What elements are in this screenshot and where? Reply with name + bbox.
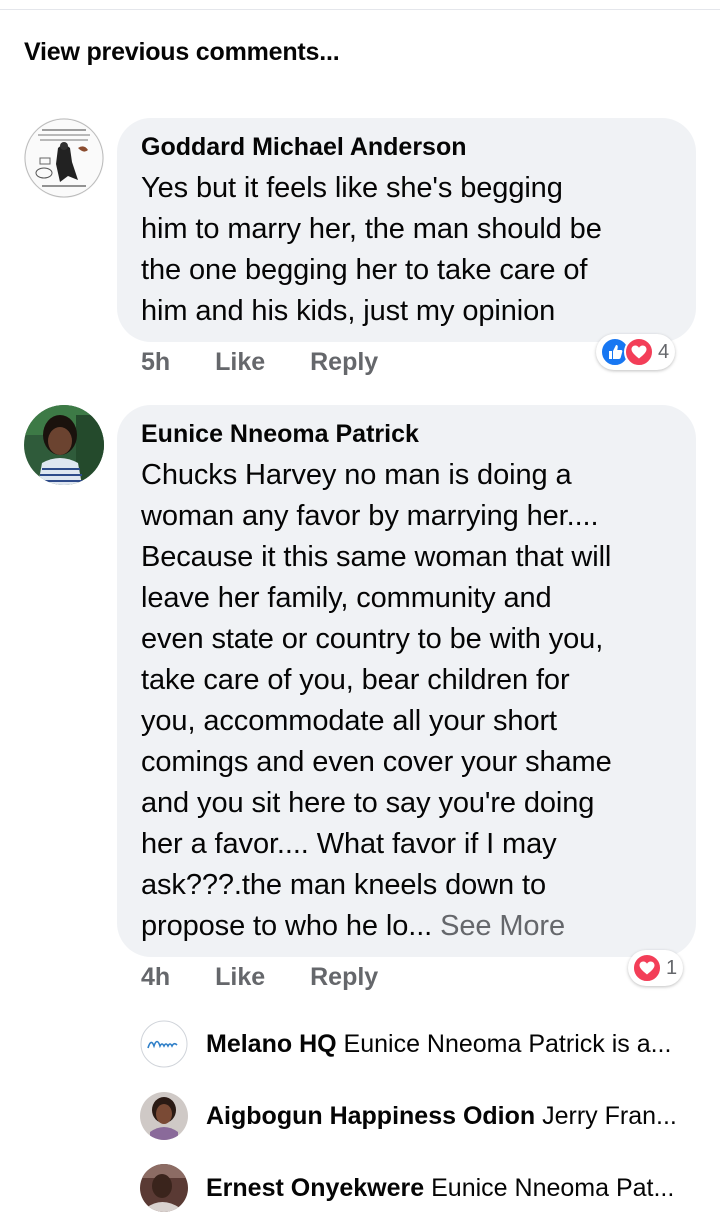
comment-timestamp: 5h — [141, 348, 171, 376]
love-icon — [624, 337, 654, 367]
like-button[interactable]: Like — [215, 348, 265, 377]
comment-body-text: Chucks Harvey no man is doing a woman an… — [141, 459, 612, 942]
comment-author-name[interactable]: Eunice Nneoma Patrick — [141, 420, 419, 449]
comment-text: Yes but it feels like she's begging him … — [141, 172, 602, 327]
avatar[interactable] — [24, 405, 104, 485]
comment-author-name[interactable]: Goddard Michael Anderson — [141, 133, 467, 162]
reaction-count: 4 — [658, 340, 670, 363]
see-more-link[interactable]: See More — [440, 910, 565, 942]
comment-text: Chucks Harvey no man is doing a woman an… — [141, 455, 686, 947]
reply-snippet: Eunice Nneoma Pat... — [431, 1173, 675, 1202]
reaction-count: 1 — [666, 956, 678, 979]
reply-button[interactable]: Reply — [310, 963, 378, 992]
reply-button[interactable]: Reply — [310, 348, 378, 377]
avatar-photo-image — [140, 1164, 188, 1212]
reaction-summary[interactable]: 4 — [596, 334, 676, 370]
avatar[interactable] — [140, 1092, 188, 1140]
like-button[interactable]: Like — [215, 963, 265, 992]
reply-preview-row[interactable]: Melano HQ Eunice Nneoma Patrick is a... — [140, 1020, 700, 1068]
melano-logo-icon — [140, 1020, 188, 1068]
avatar-photo-image — [24, 405, 104, 485]
reply-snippet: Eunice Nneoma Patrick is a... — [343, 1029, 672, 1058]
avatar-sketch-image — [24, 118, 104, 198]
avatar[interactable] — [24, 118, 104, 198]
avatar[interactable] — [140, 1020, 188, 1068]
reply-author-name[interactable]: Ernest Onyekwere — [206, 1174, 424, 1202]
view-previous-comments-link[interactable]: View previous comments... — [24, 38, 340, 67]
reply-snippet: Jerry Fran... — [542, 1101, 677, 1130]
reaction-summary[interactable]: 1 — [628, 950, 684, 986]
reply-preview-text: Melano HQ Eunice Nneoma Patrick is a... — [206, 1030, 671, 1059]
avatar[interactable] — [140, 1164, 188, 1212]
reply-preview-text: Aigbogun Happiness Odion Jerry Fran... — [206, 1102, 677, 1131]
comment-timestamp: 4h — [141, 963, 171, 991]
top-divider — [0, 9, 720, 10]
reply-preview-row[interactable]: Aigbogun Happiness Odion Jerry Fran... — [140, 1092, 700, 1140]
comment-actions: 4h Like Reply — [141, 963, 378, 992]
reply-author-name[interactable]: Melano HQ — [206, 1030, 337, 1058]
reply-author-name[interactable]: Aigbogun Happiness Odion — [206, 1102, 535, 1130]
comment-actions: 5h Like Reply — [141, 348, 378, 377]
avatar-photo-image — [140, 1092, 188, 1140]
reply-preview-text: Ernest Onyekwere Eunice Nneoma Pat... — [206, 1174, 674, 1203]
reply-preview-row[interactable]: Ernest Onyekwere Eunice Nneoma Pat... — [140, 1164, 700, 1212]
love-icon — [632, 953, 662, 983]
